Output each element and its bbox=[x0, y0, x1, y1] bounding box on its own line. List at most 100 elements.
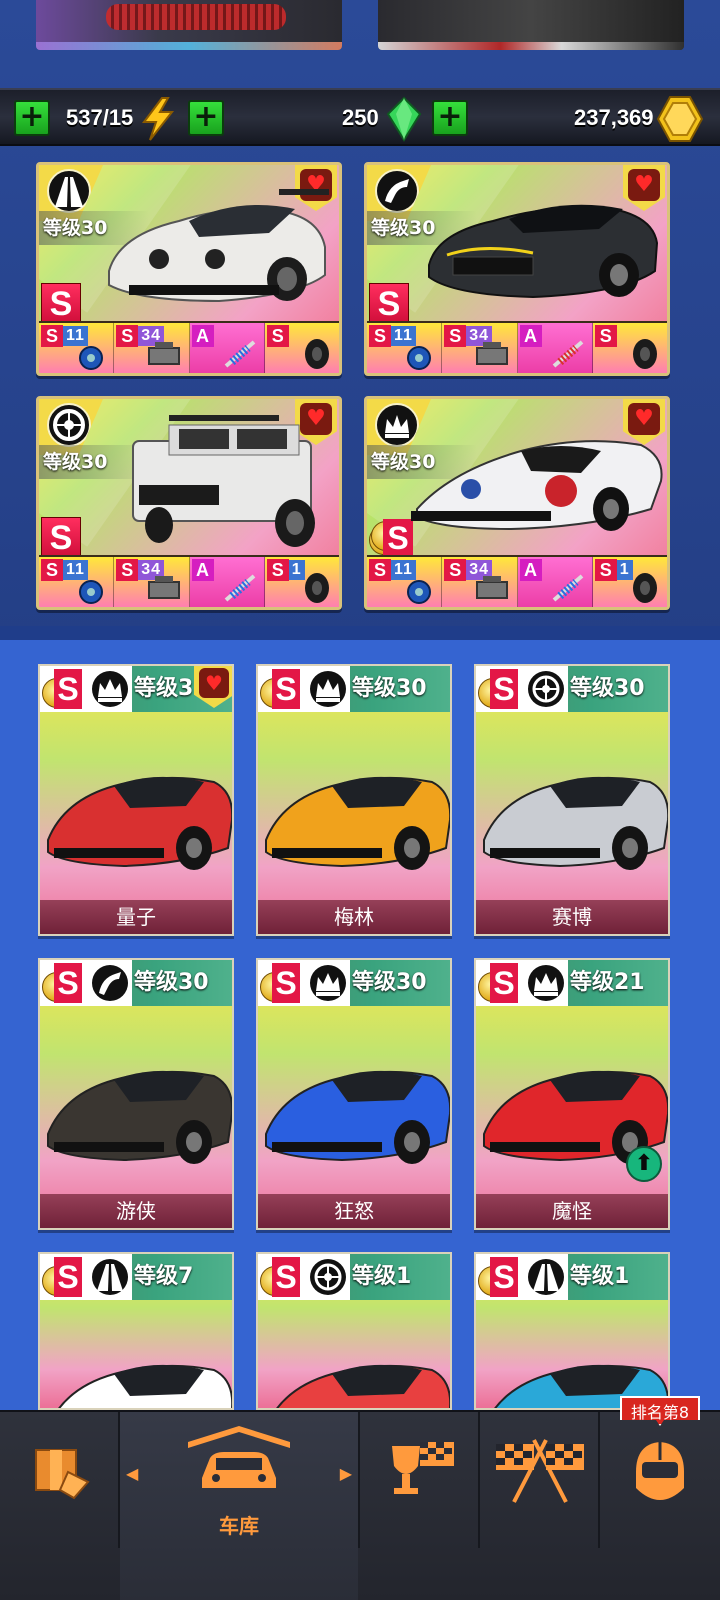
tire-icon bbox=[633, 573, 657, 603]
turbo-icon bbox=[407, 346, 432, 370]
turbo-icon bbox=[79, 346, 104, 370]
garage-car-card[interactable]: S 等级30 赛博 bbox=[474, 664, 670, 936]
energy-value: 537/15 bbox=[66, 105, 134, 130]
tire-part-slot[interactable]: S bbox=[592, 323, 667, 373]
suspension-part-slot[interactable]: A bbox=[189, 557, 265, 607]
tire-part-slot[interactable]: S bbox=[264, 323, 339, 373]
garage-car-card[interactable]: S 等级1 bbox=[474, 1252, 670, 1410]
coins-value: 237,369 bbox=[574, 105, 654, 130]
suspension-part-slot[interactable]: A bbox=[517, 557, 593, 607]
garage-label: 车库 bbox=[219, 1514, 259, 1538]
top-banner-right[interactable] bbox=[378, 0, 684, 50]
engine-icon bbox=[147, 342, 180, 365]
tire-part-slot[interactable]: S 1 bbox=[264, 557, 339, 607]
garage-car-card[interactable]: S 等级3 ♥ 量子 bbox=[38, 664, 234, 936]
checkered-flags-icon bbox=[496, 1439, 584, 1503]
car-level: 等级21 bbox=[570, 970, 645, 995]
part-grade: A bbox=[191, 559, 214, 581]
trophy-flag-icon bbox=[392, 1442, 454, 1494]
garage-car-card[interactable]: S 等级30 游侠 bbox=[38, 958, 234, 1230]
parts-row: S 11 S 34 A S 1 bbox=[39, 555, 339, 607]
chevron-right-icon[interactable]: ▶ bbox=[340, 1464, 352, 1483]
suspension-part-slot[interactable]: A bbox=[189, 323, 265, 373]
garage-car-card[interactable]: S 等级21 ⬆ 魔怪 bbox=[474, 958, 670, 1230]
ss-grade-badge: S bbox=[476, 960, 524, 1006]
engine-part-slot[interactable]: S 34 bbox=[114, 557, 190, 607]
white-porsche-car-image bbox=[108, 189, 329, 303]
engine-part-slot[interactable]: S 34 bbox=[442, 557, 518, 607]
horse-icon bbox=[375, 169, 419, 213]
grade-badge: S bbox=[369, 283, 409, 323]
banner-highlight bbox=[378, 42, 684, 50]
favorite-card-1[interactable]: 等级30 ♥ S S 11 S 34 A S bbox=[36, 162, 342, 376]
car-name: 游侠 bbox=[40, 1194, 232, 1228]
nav-profile[interactable] bbox=[600, 1412, 720, 1600]
ss-grade-badge: S bbox=[40, 666, 88, 712]
car-image bbox=[47, 1070, 232, 1164]
suspension-part-slot[interactable]: A bbox=[517, 323, 593, 373]
grade-letter: S bbox=[272, 669, 300, 709]
add-coins-button[interactable]: + bbox=[432, 100, 468, 136]
car-level: 等级30 bbox=[352, 676, 427, 701]
part-grade: S bbox=[594, 325, 617, 347]
turbo-icon bbox=[79, 580, 104, 604]
category-badge bbox=[88, 960, 132, 1006]
turbo-part-slot[interactable]: S 11 bbox=[39, 557, 115, 607]
grade-letter: S bbox=[272, 1257, 300, 1297]
part-grade: S bbox=[116, 325, 139, 347]
nav-shop[interactable] bbox=[0, 1412, 118, 1600]
ss-grade-badge: S bbox=[40, 960, 88, 1006]
grade-badge: S bbox=[41, 283, 81, 323]
turbo-part-slot[interactable]: S 11 bbox=[39, 323, 115, 373]
parts-row: S 11 S 34 A S bbox=[39, 321, 339, 373]
turbo-icon bbox=[407, 580, 432, 604]
nav-garage[interactable]: ◀ 车库 ▶ bbox=[120, 1412, 358, 1600]
favorite-card-4[interactable]: 等级30 ♥ S S 11 S 34 A S 1 bbox=[364, 396, 670, 610]
garage-car-card[interactable]: S 等级7 bbox=[38, 1252, 234, 1410]
bottom-nav: ◀ 车库 ▶ bbox=[0, 1410, 720, 1600]
nav-events[interactable] bbox=[360, 1412, 478, 1600]
add-energy-button[interactable]: + bbox=[14, 100, 50, 136]
grade-letter: S bbox=[54, 1257, 82, 1297]
tire-icon bbox=[305, 339, 329, 369]
garage-car-card[interactable]: S 等级1 bbox=[256, 1252, 452, 1410]
gems-value: 250 bbox=[342, 105, 379, 130]
category-badge bbox=[524, 1254, 568, 1300]
crown-icon bbox=[310, 671, 346, 707]
part-grade: S bbox=[594, 559, 617, 581]
part-grade: S bbox=[444, 325, 467, 347]
car-image bbox=[265, 1070, 450, 1164]
road-icon bbox=[92, 1259, 128, 1295]
parts-row: S 11 S 34 A S bbox=[367, 321, 667, 373]
engine-part-slot[interactable]: S 34 bbox=[442, 323, 518, 373]
car-name: 魔怪 bbox=[476, 1194, 668, 1228]
add-gems-button[interactable]: + bbox=[188, 100, 224, 136]
upgrade-arrow-icon[interactable]: ⬆ bbox=[626, 1146, 662, 1182]
engine-icon bbox=[475, 342, 508, 365]
car-level: 等级1 bbox=[352, 1264, 412, 1289]
nav-race[interactable] bbox=[480, 1412, 598, 1600]
chevron-left-icon[interactable]: ◀ bbox=[126, 1464, 138, 1483]
ss-grade-badge: S bbox=[40, 1254, 88, 1300]
garage-car-card[interactable]: S 等级30 狂怒 bbox=[256, 958, 452, 1230]
ss-grade-badge: S bbox=[258, 1254, 306, 1300]
car-image bbox=[483, 776, 668, 870]
turbo-part-slot[interactable]: S 11 bbox=[367, 557, 443, 607]
favorite-card-3[interactable]: 等级30 ♥ S S 11 S 34 A S 1 bbox=[36, 396, 342, 610]
grade-letter: S bbox=[54, 669, 82, 709]
suspension-icon bbox=[552, 574, 584, 602]
ss-grade-badge: S bbox=[476, 1254, 524, 1300]
tire-part-slot[interactable]: S 1 bbox=[592, 557, 667, 607]
top-banner-left[interactable] bbox=[36, 0, 342, 50]
engine-part-slot[interactable]: S 34 bbox=[114, 323, 190, 373]
car-level: 等级30 bbox=[570, 676, 645, 701]
part-grade: S bbox=[444, 559, 467, 581]
favorite-card-2[interactable]: 等级30 ♥ S S 11 S 34 A S bbox=[364, 162, 670, 376]
turbo-part-slot[interactable]: S 11 bbox=[367, 323, 443, 373]
garage-car-card[interactable]: S 等级30 梅林 bbox=[256, 664, 452, 936]
car-name: 梅林 bbox=[258, 900, 450, 934]
wheel-icon bbox=[528, 671, 564, 707]
engine-icon bbox=[475, 576, 508, 599]
suspension-icon bbox=[224, 574, 256, 602]
category-badge bbox=[88, 1254, 132, 1300]
